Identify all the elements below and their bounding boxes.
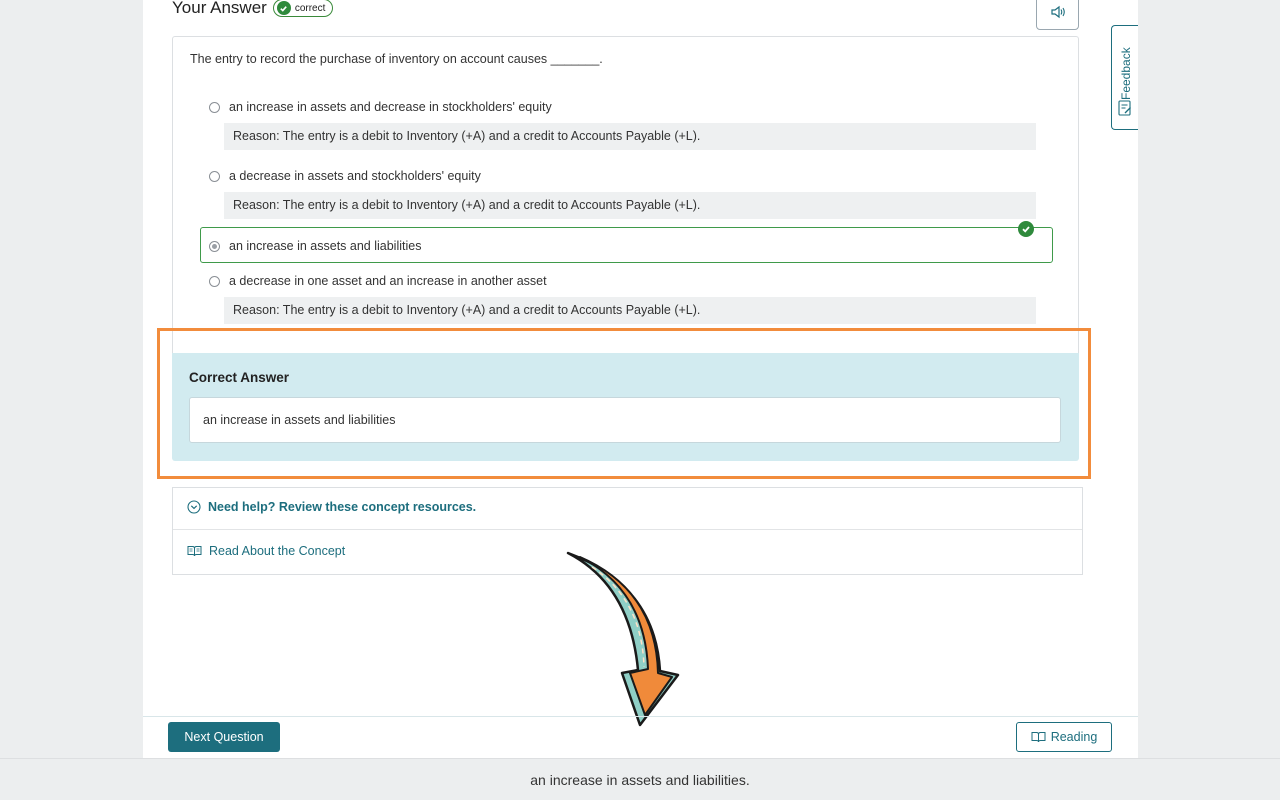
- radio-option-4[interactable]: [209, 275, 220, 287]
- caption-bar: an increase in assets and liabilities.: [0, 758, 1280, 800]
- speaker-icon: [1050, 5, 1065, 19]
- option-1-label: an increase in assets and decrease in st…: [229, 100, 552, 114]
- reading-button[interactable]: Reading: [1016, 722, 1112, 752]
- question-panel: The entry to record the purchase of inve…: [172, 36, 1079, 354]
- chevron-down-circle-icon: [187, 500, 201, 514]
- concept-resources-toggle[interactable]: Need help? Review these concept resource…: [187, 500, 476, 514]
- option-2[interactable]: a decrease in assets and stockholders' e…: [209, 169, 481, 183]
- highlight-frame: [157, 328, 1091, 479]
- divider: [173, 529, 1082, 530]
- feedback-tab-label: Feedback: [1119, 47, 1133, 100]
- check-circle-icon: [276, 1, 291, 15]
- footer-divider: [143, 716, 1138, 717]
- concept-resources-toggle-label: Need help? Review these concept resource…: [208, 500, 477, 514]
- read-aloud-button[interactable]: [1036, 0, 1079, 30]
- radio-option-1[interactable]: [209, 101, 220, 113]
- caption-text: an increase in assets and liabilities.: [530, 771, 750, 788]
- reading-button-label: Reading: [1050, 730, 1098, 744]
- option-1[interactable]: an increase in assets and decrease in st…: [209, 100, 552, 114]
- check-circle-icon: [1018, 221, 1034, 237]
- book-icon: [187, 546, 202, 557]
- feedback-icon: [1118, 100, 1131, 116]
- radio-option-3[interactable]: [209, 240, 220, 252]
- next-question-button[interactable]: Next Question: [168, 722, 280, 752]
- radio-option-2[interactable]: [209, 170, 220, 182]
- option-1-reason: Reason: The entry is a debit to Inventor…: [224, 123, 1036, 150]
- curved-arrow-icon: [566, 551, 680, 727]
- book-icon: [1031, 732, 1046, 743]
- your-answer-header: Your Answer correct: [172, 0, 334, 20]
- option-3[interactable]: an increase in assets and liabilities: [209, 239, 421, 253]
- correct-badge-label: correct: [294, 2, 326, 14]
- feedback-tab[interactable]: Feedback: [1111, 25, 1138, 130]
- option-4-reason: Reason: The entry is a debit to Inventor…: [224, 297, 1036, 324]
- option-4[interactable]: a decrease in one asset and an increase …: [209, 274, 547, 288]
- option-2-reason: Reason: The entry is a debit to Inventor…: [224, 192, 1036, 219]
- option-4-label: a decrease in one asset and an increase …: [229, 274, 547, 288]
- read-about-concept-label: Read About the Concept: [209, 544, 346, 558]
- option-3-label: an increase in assets and liabilities: [229, 239, 422, 253]
- your-answer-title: Your Answer: [172, 0, 267, 17]
- read-about-concept-link[interactable]: Read About the Concept: [187, 544, 345, 558]
- option-2-label: a decrease in assets and stockholders' e…: [229, 169, 481, 183]
- question-prompt: The entry to record the purchase of inve…: [190, 52, 603, 66]
- correct-badge: correct: [272, 0, 334, 17]
